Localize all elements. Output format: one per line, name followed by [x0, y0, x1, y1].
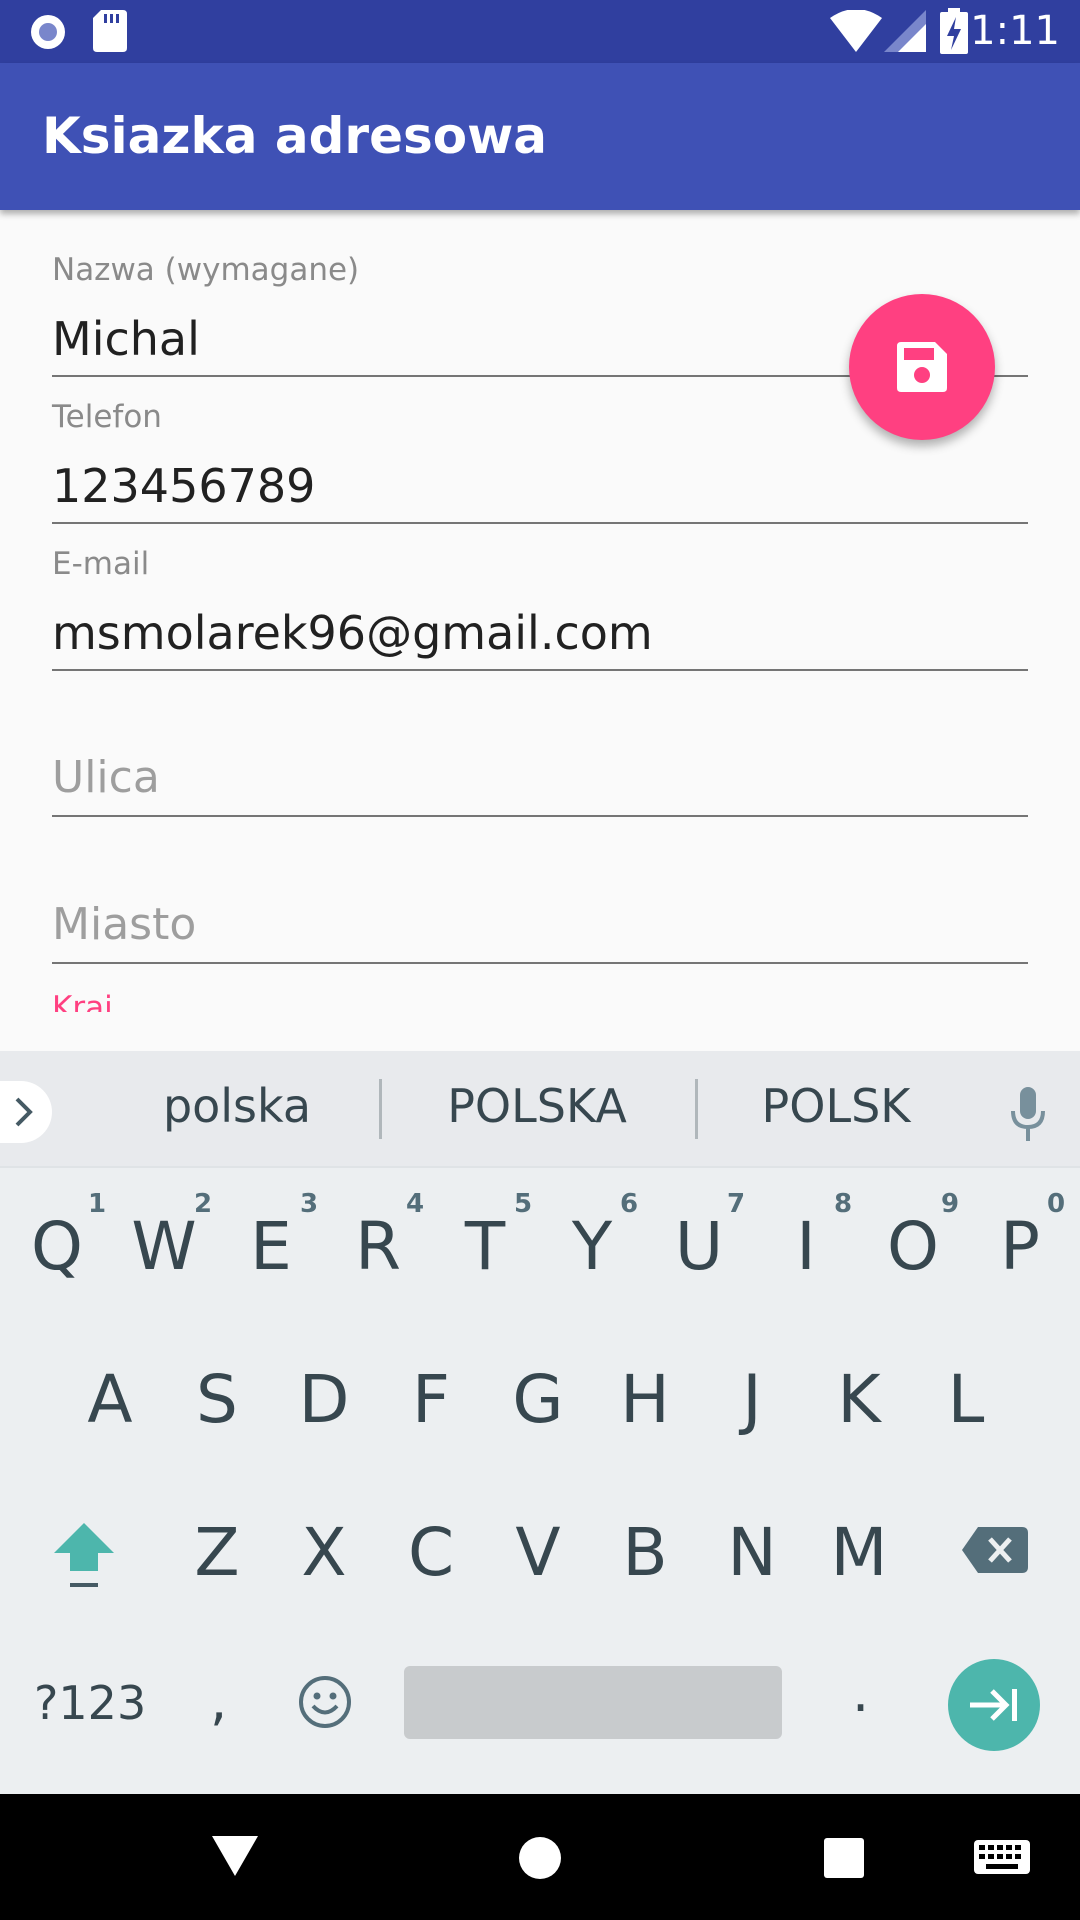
key-f[interactable]: F [381, 1361, 481, 1438]
sd-card-icon [93, 10, 127, 52]
battery-charging-icon [940, 8, 968, 54]
key-i[interactable]: I [756, 1208, 856, 1285]
save-button[interactable] [849, 294, 995, 440]
country-label: Kraj [52, 990, 113, 1012]
key-q[interactable]: Q [7, 1208, 107, 1285]
key-z[interactable]: Z [167, 1514, 267, 1591]
phone-value[interactable]: 123456789 [52, 459, 315, 513]
key-y[interactable]: Y [542, 1208, 642, 1285]
tab-arrow-icon [970, 1689, 1017, 1721]
next-field-button[interactable] [948, 1659, 1040, 1751]
city-field[interactable]: Miasto [52, 847, 1028, 967]
emoji-icon[interactable] [298, 1675, 352, 1729]
key-x[interactable]: X [274, 1514, 374, 1591]
chevron-right-icon [15, 1097, 33, 1127]
key-d[interactable]: D [274, 1361, 374, 1438]
key-hint-5: 5 [514, 1189, 533, 1219]
name-label: Nazwa (wymagane) [52, 252, 360, 288]
key-v[interactable]: V [488, 1514, 588, 1591]
key-hint-0: 0 [1047, 1189, 1066, 1219]
page-title: Ksiazka adresowa [42, 107, 548, 165]
key-w[interactable]: W [114, 1208, 214, 1285]
space-key[interactable] [404, 1666, 782, 1739]
phone-underline [52, 522, 1028, 524]
key-l[interactable]: L [916, 1361, 1016, 1438]
email-field[interactable]: E-mail msmolarek96@gmail.com [52, 544, 1028, 674]
email-value[interactable]: msmolarek96@gmail.com [52, 606, 653, 660]
backspace-key[interactable] [962, 1527, 1028, 1573]
keyboard-switch-icon[interactable] [974, 1840, 1030, 1878]
key-b[interactable]: B [595, 1514, 695, 1591]
suggestion-1[interactable]: polska [87, 1079, 387, 1133]
symbols-key[interactable]: ?123 [34, 1676, 146, 1730]
key-hint-6: 6 [620, 1189, 639, 1219]
suggestion-strip: polska POLSKA POLSK [0, 1051, 1080, 1168]
keyboard: polska POLSKA POLSK Q W E R T Y U I O P … [0, 1051, 1080, 1794]
suggestion-divider [379, 1079, 382, 1139]
street-underline [52, 815, 1028, 817]
back-icon[interactable] [212, 1836, 258, 1878]
key-hint-9: 9 [941, 1189, 960, 1219]
key-k[interactable]: K [809, 1361, 909, 1438]
key-u[interactable]: U [649, 1208, 749, 1285]
status-time: 1:11 [970, 8, 1060, 54]
expand-suggestions-button[interactable] [0, 1081, 52, 1143]
shift-key[interactable] [52, 1521, 116, 1591]
key-r[interactable]: R [328, 1208, 428, 1285]
key-hint-3: 3 [300, 1189, 319, 1219]
save-icon [897, 342, 947, 392]
key-c[interactable]: C [381, 1514, 481, 1591]
key-hint-2: 2 [194, 1189, 213, 1219]
email-label: E-mail [52, 546, 150, 582]
signal-icon [884, 10, 926, 52]
home-icon[interactable] [518, 1836, 562, 1880]
key-hint-8: 8 [834, 1189, 853, 1219]
key-e[interactable]: E [221, 1208, 321, 1285]
street-field[interactable]: Ulica [52, 700, 1028, 820]
microphone-icon[interactable] [1010, 1087, 1046, 1143]
phone-label: Telefon [52, 399, 162, 435]
navigation-bar [0, 1794, 1080, 1920]
period-key[interactable]: . [852, 1661, 869, 1724]
key-o[interactable]: O [863, 1208, 963, 1285]
street-placeholder: Ulica [52, 752, 160, 803]
key-t[interactable]: T [435, 1208, 535, 1285]
app-bar: Ksiazka adresowa [0, 63, 1080, 210]
recents-icon[interactable] [824, 1838, 864, 1878]
key-a[interactable]: A [60, 1361, 160, 1438]
key-h[interactable]: H [595, 1361, 695, 1438]
name-value[interactable]: Michal [52, 312, 200, 366]
key-j[interactable]: J [702, 1361, 802, 1438]
key-p[interactable]: P [970, 1208, 1070, 1285]
key-g[interactable]: G [488, 1361, 588, 1438]
circle-notification-icon [31, 15, 65, 49]
comma-key[interactable]: , [210, 1669, 227, 1732]
city-underline [52, 962, 1028, 964]
key-hint-4: 4 [406, 1189, 425, 1219]
key-m[interactable]: M [809, 1514, 909, 1591]
key-n[interactable]: N [702, 1514, 802, 1591]
suggestion-2[interactable]: POLSKA [387, 1079, 687, 1133]
email-underline [52, 669, 1028, 671]
key-s[interactable]: S [167, 1361, 267, 1438]
key-hint-1: 1 [88, 1189, 107, 1219]
status-bar: 1:11 [0, 0, 1080, 63]
city-placeholder: Miasto [52, 899, 197, 950]
key-hint-7: 7 [727, 1189, 746, 1219]
suggestion-3[interactable]: POLSK [686, 1079, 986, 1133]
wifi-icon [830, 10, 882, 52]
